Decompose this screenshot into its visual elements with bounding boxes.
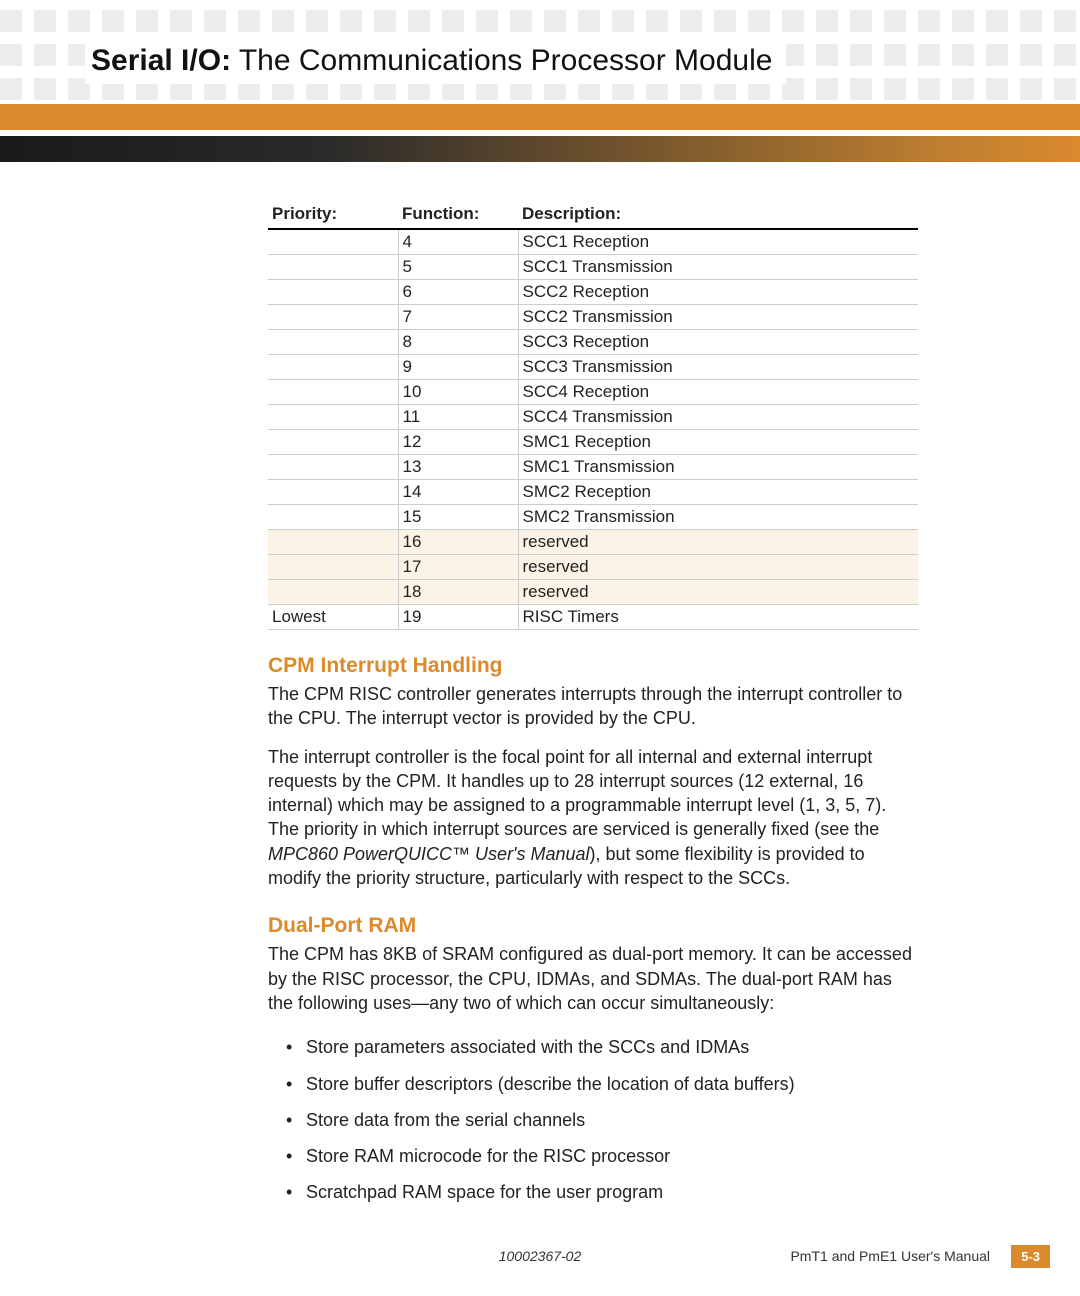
cell-function: 4 xyxy=(398,229,518,255)
cell-priority xyxy=(268,255,398,280)
table-row: 17reserved xyxy=(268,555,918,580)
th-description: Description: xyxy=(518,200,918,229)
uses-list: Store parameters associated with the SCC… xyxy=(268,1029,918,1210)
table-row: 15SMC2 Transmission xyxy=(268,505,918,530)
cell-description: SCC3 Transmission xyxy=(518,355,918,380)
table-row: 16reserved xyxy=(268,530,918,555)
para-s1-p2-ital: MPC860 PowerQUICC™ User's Manual xyxy=(268,844,590,864)
footer-page-number: 5-3 xyxy=(1011,1245,1050,1268)
cell-priority xyxy=(268,330,398,355)
cell-function: 16 xyxy=(398,530,518,555)
para-s1-p2: The interrupt controller is the focal po… xyxy=(268,745,918,891)
cell-description: SCC4 Reception xyxy=(518,380,918,405)
cell-description: SMC2 Reception xyxy=(518,480,918,505)
cell-description: reserved xyxy=(518,530,918,555)
cell-description: RISC Timers xyxy=(518,605,918,630)
cell-description: SCC2 Reception xyxy=(518,280,918,305)
list-item: Scratchpad RAM space for the user progra… xyxy=(290,1174,918,1210)
para-s1-p1: The CPM RISC controller generates interr… xyxy=(268,682,918,731)
cell-priority xyxy=(268,480,398,505)
cell-function: 8 xyxy=(398,330,518,355)
page-title-container: Serial I/O: The Communications Processor… xyxy=(85,38,786,84)
cell-function: 7 xyxy=(398,305,518,330)
cell-priority xyxy=(268,280,398,305)
cell-function: 13 xyxy=(398,455,518,480)
main-content: Priority: Function: Description: 4SCC1 R… xyxy=(268,200,918,1211)
table-row: 12SMC1 Reception xyxy=(268,430,918,455)
cell-priority: Lowest xyxy=(268,605,398,630)
para-s2-p1: The CPM has 8KB of SRAM configured as du… xyxy=(268,942,918,1015)
cell-priority xyxy=(268,380,398,405)
cell-description: SCC1 Transmission xyxy=(518,255,918,280)
table-row: 5SCC1 Transmission xyxy=(268,255,918,280)
page-title-bold: Serial I/O: xyxy=(91,44,231,77)
cell-priority xyxy=(268,580,398,605)
list-item: Store data from the serial channels xyxy=(290,1102,918,1138)
table-row: 8SCC3 Reception xyxy=(268,330,918,355)
table-row: 18reserved xyxy=(268,580,918,605)
priority-table: Priority: Function: Description: 4SCC1 R… xyxy=(268,200,918,630)
table-row: 6SCC2 Reception xyxy=(268,280,918,305)
page-title-rest: The Communications Processor Module xyxy=(239,44,773,77)
header-orange-bar xyxy=(0,104,1080,130)
heading-cpm-interrupt: CPM Interrupt Handling xyxy=(268,654,918,678)
cell-description: SMC1 Transmission xyxy=(518,455,918,480)
para-s1-p2a: The interrupt controller is the focal po… xyxy=(268,747,886,840)
cell-function: 19 xyxy=(398,605,518,630)
cell-priority xyxy=(268,505,398,530)
page-footer: 10002367-02 PmT1 and PmE1 User's Manual … xyxy=(0,1248,1080,1272)
cell-description: SMC2 Transmission xyxy=(518,505,918,530)
list-item: Store buffer descriptors (describe the l… xyxy=(290,1066,918,1102)
table-row: 11SCC4 Transmission xyxy=(268,405,918,430)
cell-function: 12 xyxy=(398,430,518,455)
list-item: Store parameters associated with the SCC… xyxy=(290,1029,918,1065)
cell-priority xyxy=(268,530,398,555)
footer-manual-name: PmT1 and PmE1 User's Manual xyxy=(790,1248,990,1264)
cell-description: SMC1 Reception xyxy=(518,430,918,455)
cell-description: reserved xyxy=(518,580,918,605)
cell-function: 9 xyxy=(398,355,518,380)
table-row: 9SCC3 Transmission xyxy=(268,355,918,380)
cell-function: 11 xyxy=(398,405,518,430)
table-row: 10SCC4 Reception xyxy=(268,380,918,405)
cell-priority xyxy=(268,229,398,255)
priority-table-body: 4SCC1 Reception5SCC1 Transmission6SCC2 R… xyxy=(268,229,918,630)
cell-function: 18 xyxy=(398,580,518,605)
cell-description: SCC2 Transmission xyxy=(518,305,918,330)
table-row: 13SMC1 Transmission xyxy=(268,455,918,480)
cell-description: SCC3 Reception xyxy=(518,330,918,355)
page-title: Serial I/O: The Communications Processor… xyxy=(91,44,772,78)
cell-priority xyxy=(268,405,398,430)
cell-function: 10 xyxy=(398,380,518,405)
cell-description: SCC1 Reception xyxy=(518,229,918,255)
cell-description: reserved xyxy=(518,555,918,580)
cell-description: SCC4 Transmission xyxy=(518,405,918,430)
list-item: Store RAM microcode for the RISC process… xyxy=(290,1138,918,1174)
th-priority: Priority: xyxy=(268,200,398,229)
table-row: 4SCC1 Reception xyxy=(268,229,918,255)
cell-function: 6 xyxy=(398,280,518,305)
cell-function: 17 xyxy=(398,555,518,580)
cell-priority xyxy=(268,430,398,455)
table-row: 14SMC2 Reception xyxy=(268,480,918,505)
footer-doc-id: 10002367-02 xyxy=(499,1248,582,1264)
cell-priority xyxy=(268,355,398,380)
cell-priority xyxy=(268,555,398,580)
cell-priority xyxy=(268,455,398,480)
heading-dual-port-ram: Dual-Port RAM xyxy=(268,914,918,938)
th-function: Function: xyxy=(398,200,518,229)
cell-function: 5 xyxy=(398,255,518,280)
table-row: 7SCC2 Transmission xyxy=(268,305,918,330)
cell-priority xyxy=(268,305,398,330)
cell-function: 14 xyxy=(398,480,518,505)
header-dark-bar xyxy=(0,136,1080,162)
cell-function: 15 xyxy=(398,505,518,530)
table-row: Lowest19RISC Timers xyxy=(268,605,918,630)
